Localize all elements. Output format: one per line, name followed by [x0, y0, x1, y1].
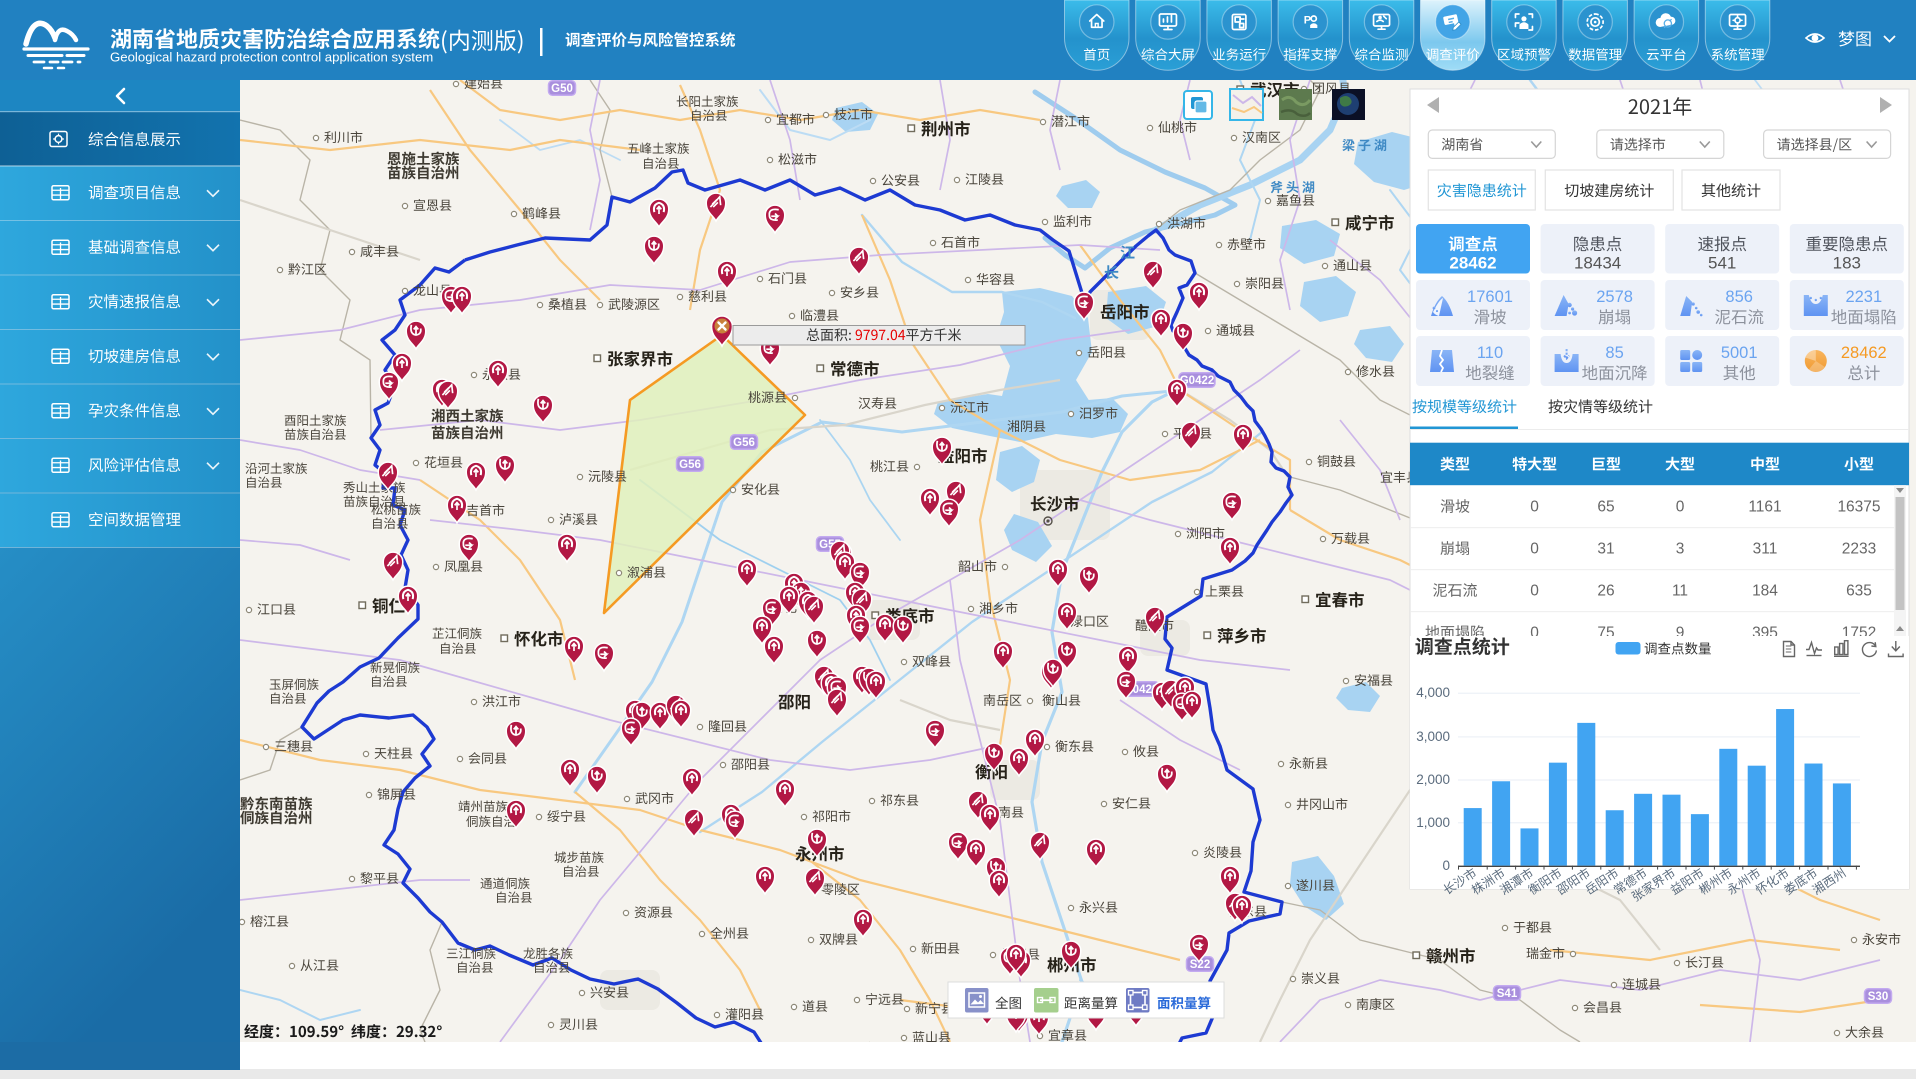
svg-text:Geological hazard protection c: Geological hazard protection control app… [110, 50, 433, 65]
svg-text:183: 183 [1833, 254, 1861, 273]
svg-text:18434: 18434 [1574, 254, 1621, 273]
svg-text:26: 26 [1597, 583, 1614, 600]
svg-text:0: 0 [1530, 541, 1539, 558]
svg-text:17601: 17601 [1467, 288, 1513, 306]
svg-text:3: 3 [1676, 541, 1685, 558]
svg-text:541: 541 [1708, 254, 1736, 273]
svg-text:G50: G50 [551, 83, 573, 95]
svg-text:G56: G56 [679, 459, 701, 471]
svg-text:1161: 1161 [1748, 499, 1781, 516]
svg-text:31: 31 [1597, 541, 1614, 558]
svg-text:0: 0 [1442, 858, 1450, 873]
svg-text:184: 184 [1752, 583, 1778, 600]
svg-text:28462: 28462 [1449, 254, 1496, 273]
svg-text:5001: 5001 [1721, 344, 1758, 362]
svg-text:16375: 16375 [1837, 499, 1880, 516]
svg-text:2231: 2231 [1845, 288, 1882, 306]
svg-text:110: 110 [1477, 344, 1503, 362]
svg-text:0: 0 [1530, 583, 1539, 600]
svg-text:4,000: 4,000 [1416, 685, 1450, 700]
svg-text:2233: 2233 [1842, 541, 1876, 558]
svg-text:S30: S30 [1868, 991, 1888, 1003]
svg-text:311: 311 [1753, 541, 1778, 558]
svg-text:635: 635 [1846, 583, 1872, 600]
svg-text:85: 85 [1605, 344, 1623, 362]
svg-text:65: 65 [1597, 499, 1614, 516]
svg-text:0: 0 [1530, 499, 1539, 516]
svg-text:P: P [1304, 15, 1311, 27]
svg-text:G56: G56 [733, 437, 755, 449]
svg-text:0: 0 [1676, 499, 1685, 516]
svg-text:1,000: 1,000 [1416, 815, 1450, 830]
svg-text:11: 11 [1672, 583, 1688, 600]
svg-text:2578: 2578 [1596, 288, 1633, 306]
svg-text:S41: S41 [1497, 988, 1518, 1000]
svg-text:28462: 28462 [1841, 344, 1887, 362]
svg-text:3,000: 3,000 [1416, 729, 1450, 744]
svg-text:856: 856 [1725, 288, 1753, 306]
svg-text:2,000: 2,000 [1416, 772, 1450, 787]
